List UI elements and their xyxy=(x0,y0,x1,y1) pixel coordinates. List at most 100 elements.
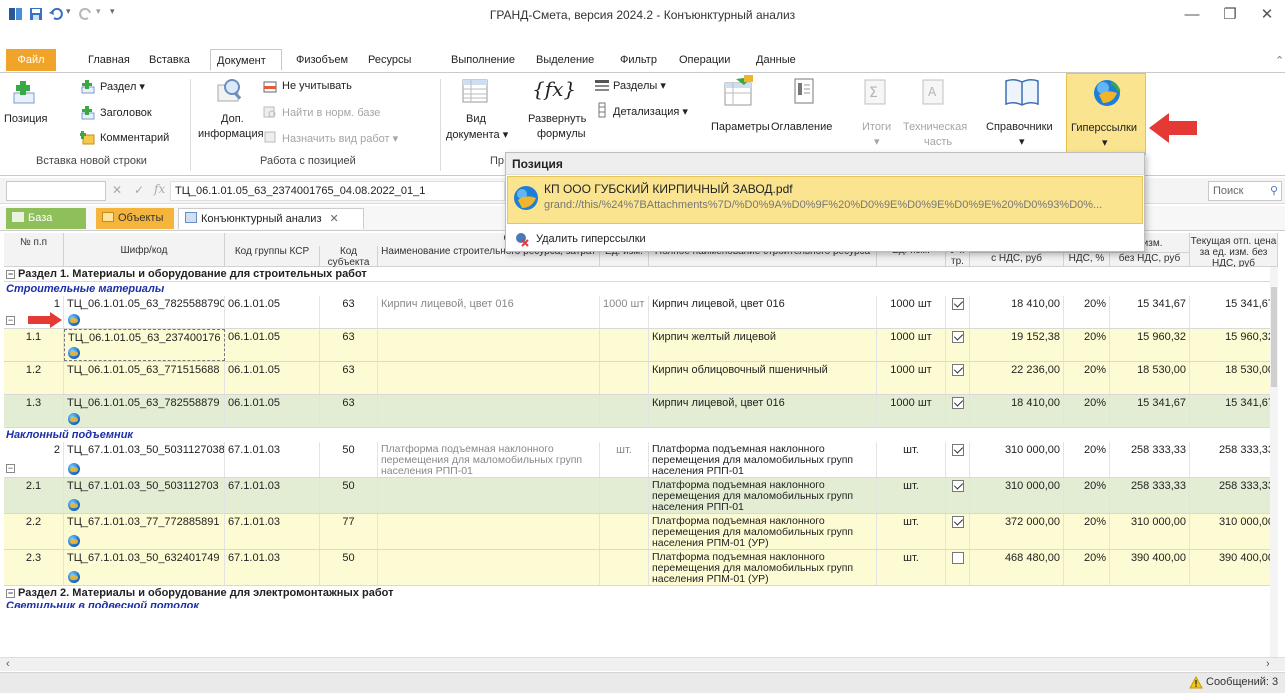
tab-objects[interactable]: Объекты xyxy=(96,208,174,229)
col-header-with-vat[interactable]: с НДС, руб xyxy=(970,253,1064,267)
fx-icon[interactable]: fx xyxy=(154,182,165,196)
tech-part-line1[interactable]: Техническая xyxy=(903,121,967,133)
col-header-subject[interactable]: Код субъекта xyxy=(320,246,378,268)
hyperlink-globe-icon[interactable] xyxy=(68,535,80,547)
checkbox[interactable] xyxy=(951,397,964,410)
totals-dropdown-icon[interactable]: ▾ xyxy=(874,135,880,148)
delete-hyperlinks-item[interactable]: Удалить гиперссылки xyxy=(536,233,646,245)
table-row[interactable]: 2.2 ТЦ_67.1.01.03_77_772885891 67.1.01.0… xyxy=(4,514,1278,550)
cell-code[interactable]: ТЦ_67.1.01.03_77_772885891 xyxy=(64,514,225,549)
checkbox[interactable] xyxy=(951,480,964,493)
checkbox[interactable] xyxy=(951,364,964,377)
col-header-num[interactable]: № п.п xyxy=(4,233,64,267)
hyperlink-globe-icon[interactable] xyxy=(68,413,80,425)
collapse-icon[interactable]: − xyxy=(6,589,15,598)
cell-code[interactable]: ТЦ_06.1.01.05_63_782558879 xyxy=(64,395,225,427)
more-info-line1[interactable]: Доп. xyxy=(221,113,244,125)
insert-position-button[interactable]: Позиция xyxy=(4,113,48,125)
expand-formulas-line1[interactable]: Развернуть xyxy=(528,113,586,125)
cell-address-box[interactable] xyxy=(6,181,106,201)
tab-close-icon[interactable]: ✕ xyxy=(330,213,339,225)
tab-analysis[interactable]: Конъюнктурный анализ ✕ xyxy=(178,208,364,229)
cell-uch[interactable] xyxy=(946,362,970,394)
expand-formulas-line2[interactable]: формулы xyxy=(537,128,586,140)
tab-file[interactable]: Файл xyxy=(6,49,56,71)
cell-uch[interactable] xyxy=(946,514,970,549)
horizontal-scrollbar[interactable]: ‹ › xyxy=(0,657,1285,671)
hyperlink-item[interactable]: КП ООО ГУБСКИЙ КИРПИЧНЫЙ ЗАВОД.pdf grand… xyxy=(507,176,1143,224)
col-header-without-vat[interactable]: без НДС, руб xyxy=(1110,253,1190,267)
scrollbar-thumb[interactable] xyxy=(1271,287,1277,387)
cell-code[interactable]: ТЦ_06.1.01.05_63_771515688 xyxy=(64,362,225,394)
tab-home[interactable]: Главная xyxy=(82,49,136,71)
insert-comment-button[interactable]: Комментарий xyxy=(100,132,169,144)
checkbox[interactable] xyxy=(951,552,964,565)
tech-part-line2[interactable]: часть xyxy=(924,136,952,148)
tab-execution[interactable]: Выполнение xyxy=(445,49,521,71)
tab-operations[interactable]: Операции xyxy=(673,49,736,71)
col-header-last[interactable]: Текущая отп. цена за ед. изм. без НДС, р… xyxy=(1190,233,1278,269)
section-row[interactable]: − Раздел 2. Материалы и оборудование для… xyxy=(4,586,1278,601)
cancel-edit-icon[interactable]: ✕ xyxy=(112,183,122,197)
parameters-button[interactable]: Параметры xyxy=(711,121,770,133)
cell-uch[interactable] xyxy=(946,550,970,585)
cell-uch[interactable] xyxy=(946,296,970,328)
document-view-line1[interactable]: Вид xyxy=(466,113,486,125)
insert-heading-button[interactable]: Заголовок xyxy=(100,107,152,119)
collapse-icon[interactable]: − xyxy=(6,270,15,279)
find-norm-button[interactable]: Найти в норм. базе xyxy=(282,107,380,119)
checkbox[interactable] xyxy=(951,331,964,344)
tab-insert[interactable]: Вставка xyxy=(143,49,196,71)
minimize-button[interactable]: — xyxy=(1175,4,1209,26)
insert-section-button[interactable]: Раздел ▾ xyxy=(100,80,145,93)
cell-uch[interactable] xyxy=(946,478,970,513)
sections-button[interactable]: Разделы ▾ xyxy=(613,79,666,92)
totals-button[interactable]: Итоги xyxy=(862,121,891,133)
tab-selection[interactable]: Выделение xyxy=(530,49,600,71)
assign-work-button[interactable]: Назначить вид работ ▾ xyxy=(282,132,398,145)
cell-code[interactable]: ТЦ_06.1.01.05_63_7825588790_( xyxy=(64,296,225,328)
checkbox[interactable] xyxy=(951,516,964,529)
search-input[interactable]: Поиск ⚲ xyxy=(1208,181,1282,201)
hyperlink-globe-icon[interactable] xyxy=(68,571,80,583)
table-row[interactable]: − 1 ТЦ_06.1.01.05_63_7825588790_( 06.1.0… xyxy=(4,296,1278,329)
scroll-left-icon[interactable]: ‹ xyxy=(6,658,10,670)
cell-code[interactable]: ТЦ_67.1.01.03_50_5031127038_ xyxy=(64,442,225,477)
cell-code[interactable]: ТЦ_67.1.01.03_50_632401749 xyxy=(64,550,225,585)
messages-count[interactable]: Сообщений: 3 xyxy=(1206,676,1278,688)
ignore-button[interactable]: Не учитывать xyxy=(282,80,352,92)
confirm-edit-icon[interactable]: ✓ xyxy=(134,183,144,197)
tab-document[interactable]: Документ xyxy=(210,49,282,71)
close-button[interactable]: ✕ xyxy=(1250,4,1284,26)
hyperlink-globe-icon[interactable] xyxy=(68,499,80,511)
col-header-vat[interactable]: НДС, % xyxy=(1064,253,1110,267)
tab-base[interactable]: База xyxy=(6,208,86,229)
hyperlink-globe-icon[interactable] xyxy=(68,463,80,475)
table-row[interactable]: 1.2 ТЦ_06.1.01.05_63_771515688 06.1.01.0… xyxy=(4,362,1278,395)
tab-physvolume[interactable]: Физобъем xyxy=(290,49,354,71)
cell-code[interactable]: ТЦ_67.1.01.03_50_503112703 xyxy=(64,478,225,513)
tab-filter[interactable]: Фильтр xyxy=(614,49,663,71)
ribbon-collapse-icon[interactable]: ⌃ xyxy=(1275,54,1284,67)
col-header-code[interactable]: Шифр/код xyxy=(64,233,225,267)
hyperlink-globe-icon[interactable] xyxy=(68,347,80,359)
cell-uch[interactable] xyxy=(946,329,970,361)
cell-uch[interactable] xyxy=(946,442,970,477)
checkbox[interactable] xyxy=(951,298,964,311)
cell-uch[interactable] xyxy=(946,395,970,427)
contents-button[interactable]: Оглавление xyxy=(771,121,832,133)
hyperlink-globe-icon[interactable] xyxy=(68,314,80,326)
table-row[interactable]: 2.1 ТЦ_67.1.01.03_50_503112703 67.1.01.0… xyxy=(4,478,1278,514)
tab-resources[interactable]: Ресурсы xyxy=(362,49,417,71)
reference-button[interactable]: Справочники xyxy=(986,121,1053,133)
formula-input[interactable]: ТЦ_06.1.01.05_63_2374001765_04.08.2022_0… xyxy=(170,181,505,201)
detail-button[interactable]: Детализация ▾ xyxy=(613,105,688,118)
checkbox[interactable] xyxy=(951,444,964,457)
col-header-ksr[interactable]: Код группы КСР xyxy=(225,246,320,267)
hyperlinks-button[interactable]: Гиперссылки ▾ xyxy=(1066,73,1146,155)
tab-data[interactable]: Данные xyxy=(750,49,802,71)
table-row[interactable]: 1.1 ТЦ_06.1.01.05_63_237400176 06.1.01.0… xyxy=(4,329,1278,362)
cell-code[interactable]: ТЦ_06.1.01.05_63_237400176 xyxy=(64,329,225,361)
reference-dropdown-icon[interactable]: ▾ xyxy=(1019,135,1025,148)
table-row[interactable]: 2.3 ТЦ_67.1.01.03_50_632401749 67.1.01.0… xyxy=(4,550,1278,586)
